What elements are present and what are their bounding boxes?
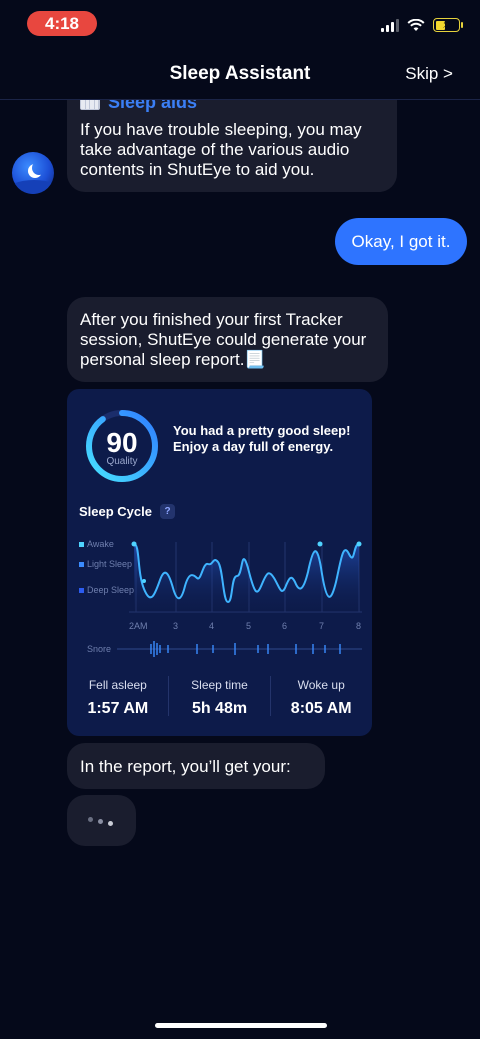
user-reply-text: Okay, I got it. <box>351 231 451 251</box>
sleep-cycle-heading: Sleep Cycle ? <box>79 504 175 519</box>
x-tick-2am: 2AM <box>129 621 148 631</box>
wifi-icon <box>407 18 425 31</box>
sleep-cycle-chart: Awake Light Sleep Deep Sleep 2AM 3 4 5 6… <box>77 532 367 662</box>
sleep-stats: Fell asleep 1:57 AM Sleep time 5h 48m Wo… <box>67 678 372 718</box>
home-indicator[interactable] <box>155 1023 327 1028</box>
typing-dot <box>108 821 113 826</box>
moon-icon <box>32 161 46 175</box>
x-tick-5: 5 <box>246 621 251 631</box>
assistant-avatar <box>12 152 54 194</box>
report-intro-message: After you finished your first Tracker se… <box>67 297 388 382</box>
user-reply-bubble: Okay, I got it. <box>335 218 467 265</box>
sleep-report-card[interactable]: 90 Quality You had a pretty good sleep! … <box>67 389 372 736</box>
score-summary: You had a pretty good sleep! Enjoy a day… <box>173 423 351 454</box>
stat-sleep-time: Sleep time 5h 48m <box>191 678 248 717</box>
battery-icon: ⚡ <box>433 17 463 32</box>
quality-label: Quality <box>106 456 138 467</box>
stat-divider <box>270 676 271 716</box>
cellular-signal-icon <box>381 18 399 32</box>
skip-link[interactable]: Skip > <box>405 64 453 84</box>
snore-label: Snore <box>87 644 111 654</box>
x-tick-8: 8 <box>356 621 361 631</box>
x-tick-6: 6 <box>282 621 287 631</box>
typing-indicator <box>67 795 136 846</box>
report-intro-text: After you finished your first Tracker se… <box>80 310 367 369</box>
report-next-message: In the report, you’ll get your: <box>67 743 325 789</box>
status-time: 4:18 <box>27 11 97 36</box>
typing-dot <box>88 817 93 822</box>
status-bar: 4:18 ⚡ <box>0 0 480 46</box>
typing-dot <box>98 819 103 824</box>
x-tick-3: 3 <box>173 621 178 631</box>
x-tick-4: 4 <box>209 621 214 631</box>
status-icons: ⚡ <box>381 17 463 32</box>
sleep-curve: 2AM 3 4 5 6 7 8 Snore <box>87 541 362 657</box>
help-icon[interactable]: ? <box>160 504 175 519</box>
stat-woke-up: Woke up 8:05 AM <box>290 678 352 717</box>
sleep-aids-text: If you have trouble sleeping, you may ta… <box>80 120 362 179</box>
quality-score: 90 <box>106 427 138 458</box>
stat-divider <box>168 676 169 716</box>
x-tick-7: 7 <box>319 621 324 631</box>
sleep-cycle-title: Sleep Cycle <box>79 504 152 519</box>
header-backdrop: Sleep Assistant Skip > <box>0 50 480 100</box>
report-next-text: In the report, you’ll get your: <box>80 757 291 776</box>
stat-fell-asleep: Fell asleep 1:57 AM <box>87 678 149 717</box>
